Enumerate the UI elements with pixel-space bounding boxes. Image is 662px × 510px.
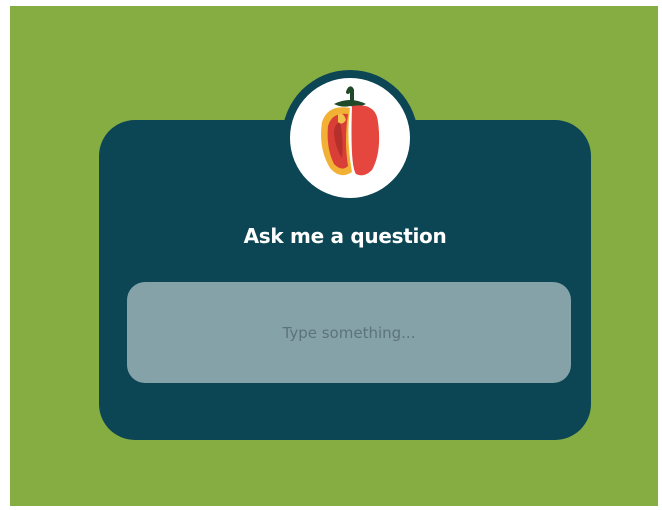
question-input[interactable]: Type something...: [127, 282, 571, 383]
bell-pepper-icon: [321, 86, 380, 176]
widget-title: Ask me a question: [243, 224, 447, 248]
avatar: [282, 70, 418, 206]
input-placeholder: Type something...: [282, 323, 416, 342]
screen: Ask me a question Type something...: [0, 0, 662, 510]
avatar-circle: [290, 78, 410, 198]
